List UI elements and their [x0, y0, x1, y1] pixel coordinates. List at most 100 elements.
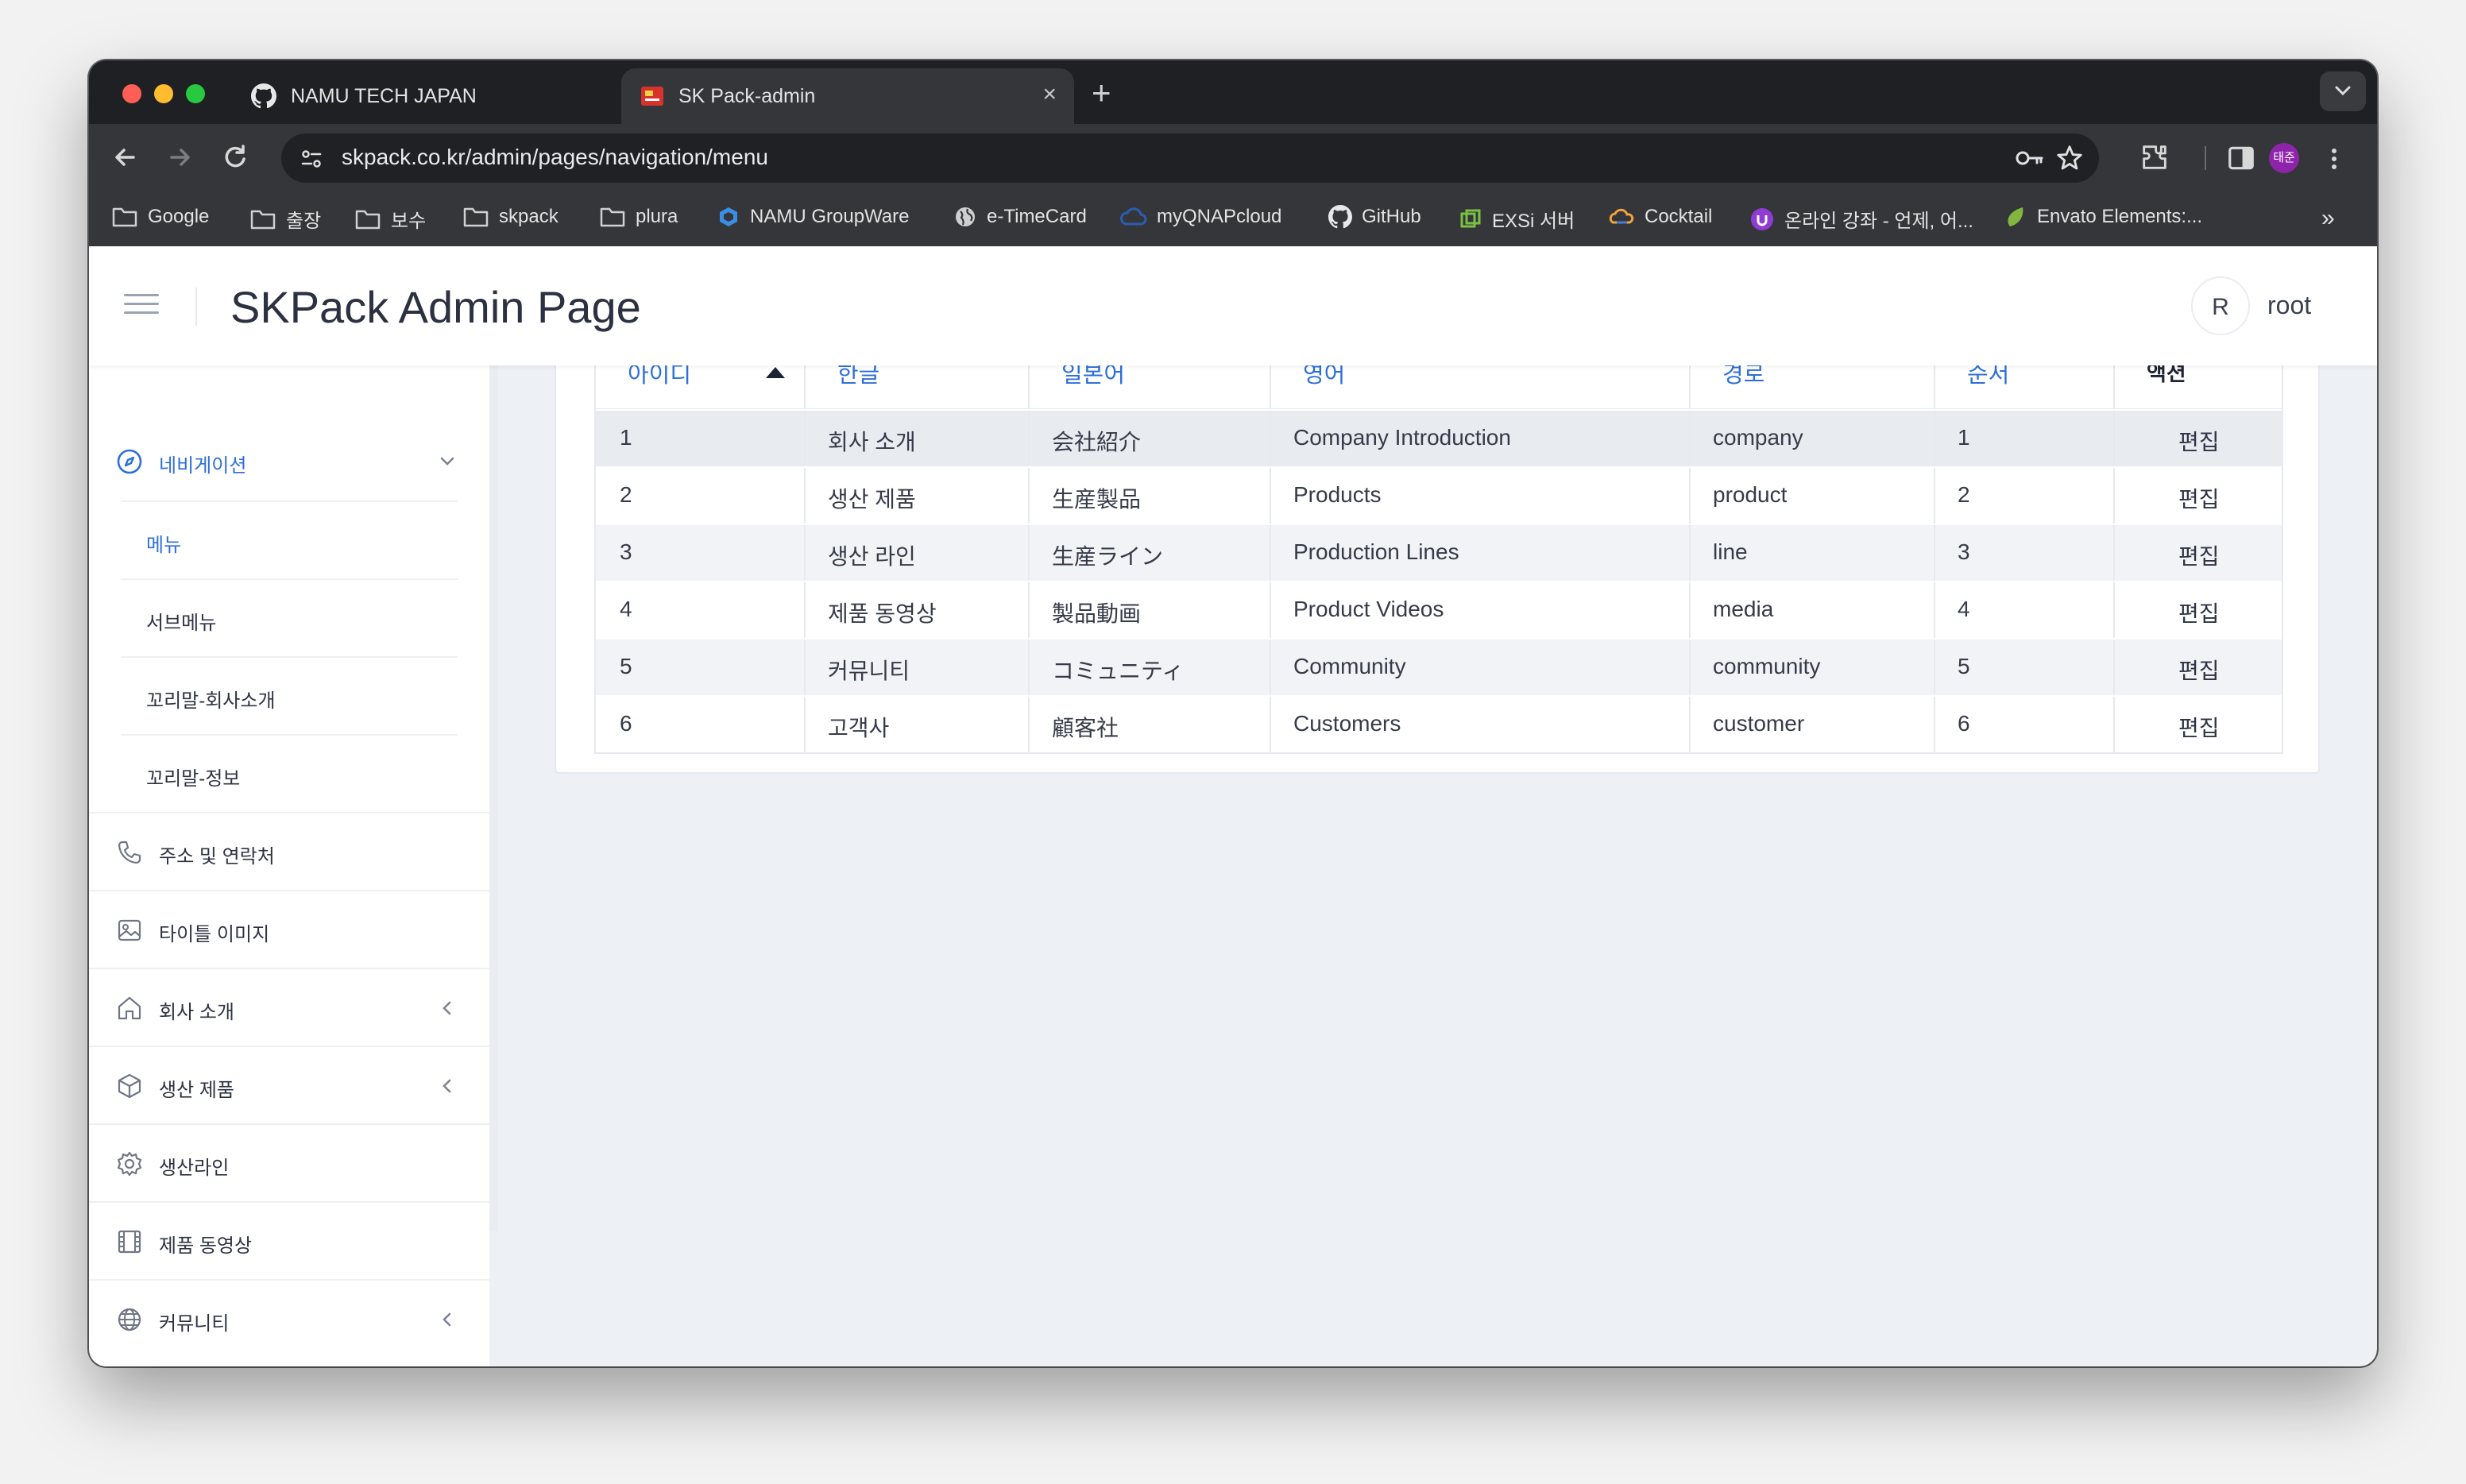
back-button[interactable] [106, 138, 145, 176]
close-tab-icon[interactable]: × [1042, 83, 1057, 106]
page-title: SKPack Admin Page [230, 282, 641, 332]
edit-link[interactable]: 편집 [2178, 482, 2220, 514]
bookmarks-bar: Google 출장 보수 skpack plura NAMU GroupWare… [89, 191, 2377, 247]
compass-icon [117, 449, 142, 474]
globe-icon [118, 1308, 141, 1331]
profile-avatar[interactable]: 태준 [2269, 143, 2299, 173]
address-bar[interactable]: skpack.co.kr/admin/pages/navigation/menu [281, 133, 2099, 183]
bookmark-github[interactable]: GitHub [1328, 205, 1421, 229]
table-row[interactable]: 5 커뮤니티 コミュニティ Community community 5 편집 [596, 638, 2282, 695]
gear-icon [117, 1151, 142, 1177]
more-menu-icon[interactable] [2318, 143, 2350, 175]
cloud-icon [1120, 207, 1147, 226]
bookmark-plura[interactable]: plura [599, 205, 678, 229]
bookmark-online-course[interactable]: 온라인 강좌 - 언제, 어... [1749, 205, 1973, 233]
menu-table-card: 아이디 한글 일본어 영어 경로 순서 액션 1 회사 소개 会社紹介 Comp… [555, 303, 2320, 774]
key-icon[interactable] [2013, 145, 2045, 172]
envato-icon [2008, 207, 2023, 226]
film-icon [118, 1230, 141, 1254]
folder-icon [600, 207, 625, 227]
sidebar-scrollbar[interactable] [489, 365, 497, 1231]
new-tab-button[interactable]: + [1092, 73, 1111, 113]
sidebar-subitem-footer-info[interactable]: 꼬리말-정보 [121, 736, 458, 813]
menu-table: 아이디 한글 일본어 영어 경로 순서 액션 1 회사 소개 会社紹介 Comp… [594, 330, 2283, 754]
tab-title: SK Pack-admin [678, 84, 816, 107]
sidebar-subitem-footer-company[interactable]: 꼬리말-회사소개 [121, 658, 458, 736]
table-row[interactable]: 3 생산 라인 生産ライン Production Lines line 3 편집 [596, 524, 2282, 581]
sidebar-item-production-line[interactable]: 생산라인 [89, 1123, 489, 1201]
sidebar-subitem-menu[interactable]: 메뉴 [121, 502, 458, 580]
forward-button[interactable] [160, 138, 199, 176]
table-row[interactable]: 1 회사 소개 会社紹介 Company Introduction compan… [596, 409, 2282, 466]
bookmark-myqnapcloud[interactable]: myQNAPcloud [1120, 205, 1281, 229]
edit-link[interactable]: 편집 [2178, 539, 2220, 571]
bookmark-cocktail[interactable]: Cocktail [1608, 205, 1712, 229]
url-text: skpack.co.kr/admin/pages/navigation/menu [342, 145, 768, 169]
sidebar-item-label: 네비게이션 [159, 455, 247, 477]
bookmark-e-timecard[interactable]: e-TimeCard [953, 205, 1087, 229]
arrow-right-icon [170, 149, 190, 166]
edit-link[interactable]: 편집 [2178, 425, 2220, 457]
browser-window: NAMU TECH JAPAN × SK Pack-admin × + [89, 60, 2377, 1366]
minimize-window-button[interactable] [154, 84, 173, 103]
bookmark-exsi-server[interactable]: EXSi 서버 [1459, 205, 1575, 233]
tab-strip: NAMU TECH JAPAN × SK Pack-admin × + [89, 60, 2377, 124]
chevron-left-icon [443, 1079, 451, 1093]
vmware-icon [1460, 209, 1481, 227]
bookmark-envato-elements[interactable]: Envato Elements:... [2004, 205, 2202, 229]
cube-icon [118, 1073, 141, 1099]
tab-namu-tech-japan[interactable]: NAMU TECH JAPAN × [232, 68, 688, 124]
sidebar-item-products[interactable]: 생산 제품 [89, 1045, 489, 1123]
tab-search-button[interactable] [2320, 71, 2366, 111]
skpack-favicon-icon [641, 87, 663, 106]
chevron-left-icon [443, 1312, 451, 1327]
sidebar-item-product-videos[interactable]: 제품 동영상 [89, 1201, 489, 1279]
user-name[interactable]: root [2267, 291, 2311, 320]
table-row[interactable]: 4 제품 동영상 製品動画 Product Videos media 4 편집 [596, 581, 2282, 638]
globe-icon [956, 207, 975, 226]
chevron-left-icon [443, 1001, 451, 1015]
bookmark-skpack[interactable]: skpack [462, 205, 559, 229]
header-divider [195, 288, 197, 326]
folder-icon [112, 207, 137, 227]
admin-page: SKPack Admin Page R root 네비게이션 메뉴 서브메뉴 꼬… [89, 246, 2377, 1366]
tab-sk-pack-admin[interactable]: SK Pack-admin × [621, 68, 1074, 124]
sidebar-item-company-intro[interactable]: 회사 소개 [89, 968, 489, 1045]
star-icon[interactable] [2054, 143, 2085, 173]
bookmark-namu-groupware[interactable]: NAMU GroupWare [717, 205, 909, 229]
phone-icon [118, 841, 141, 864]
bookmark-bosu[interactable]: 보수 [354, 205, 426, 233]
image-icon [118, 919, 141, 941]
browser-toolbar: skpack.co.kr/admin/pages/navigation/menu… [89, 124, 2377, 191]
sidebar-subitem-submenu[interactable]: 서브메뉴 [121, 580, 458, 658]
edit-link[interactable]: 편집 [2178, 597, 2220, 628]
maximize-window-button[interactable] [186, 84, 205, 103]
avatar[interactable]: R [2191, 276, 2250, 335]
site-settings-icon[interactable] [299, 146, 324, 172]
home-icon [118, 996, 141, 1020]
toolbar-divider [2205, 146, 2206, 170]
side-panel-icon[interactable] [2226, 143, 2256, 173]
sidebar-item-title-image[interactable]: 타이틀 이미지 [89, 890, 489, 968]
namu-icon [720, 207, 737, 226]
sidebar-item-navigation[interactable]: 네비게이션 [89, 423, 489, 500]
sidebar-item-community[interactable]: 커뮤니티 [89, 1279, 489, 1357]
edit-link[interactable]: 편집 [2178, 711, 2220, 743]
table-row[interactable]: 6 고객사 顧客社 Customers customer 6 편집 [596, 695, 2282, 752]
menu-toggle-icon[interactable] [124, 294, 159, 318]
more-bookmarks-button[interactable]: » [2321, 205, 2335, 232]
page-header: SKPack Admin Page R root [89, 246, 2377, 365]
sidebar-item-address-contact[interactable]: 주소 및 연락처 [89, 812, 489, 890]
reload-button[interactable] [216, 138, 254, 176]
edit-link[interactable]: 편집 [2178, 654, 2220, 686]
close-window-button[interactable] [122, 84, 141, 103]
sort-ascending-icon[interactable] [766, 367, 785, 378]
arrow-left-icon [115, 149, 135, 166]
extensions-icon[interactable] [2139, 141, 2170, 173]
folder-icon [355, 210, 381, 229]
udemy-icon [1751, 207, 1773, 230]
bookmark-chuljang[interactable]: 출장 [249, 205, 321, 233]
table-row[interactable]: 2 생산 제품 生産製品 Products product 2 편집 [596, 466, 2282, 524]
chevron-down-icon [440, 457, 454, 466]
bookmark-google[interactable]: Google [111, 205, 209, 229]
